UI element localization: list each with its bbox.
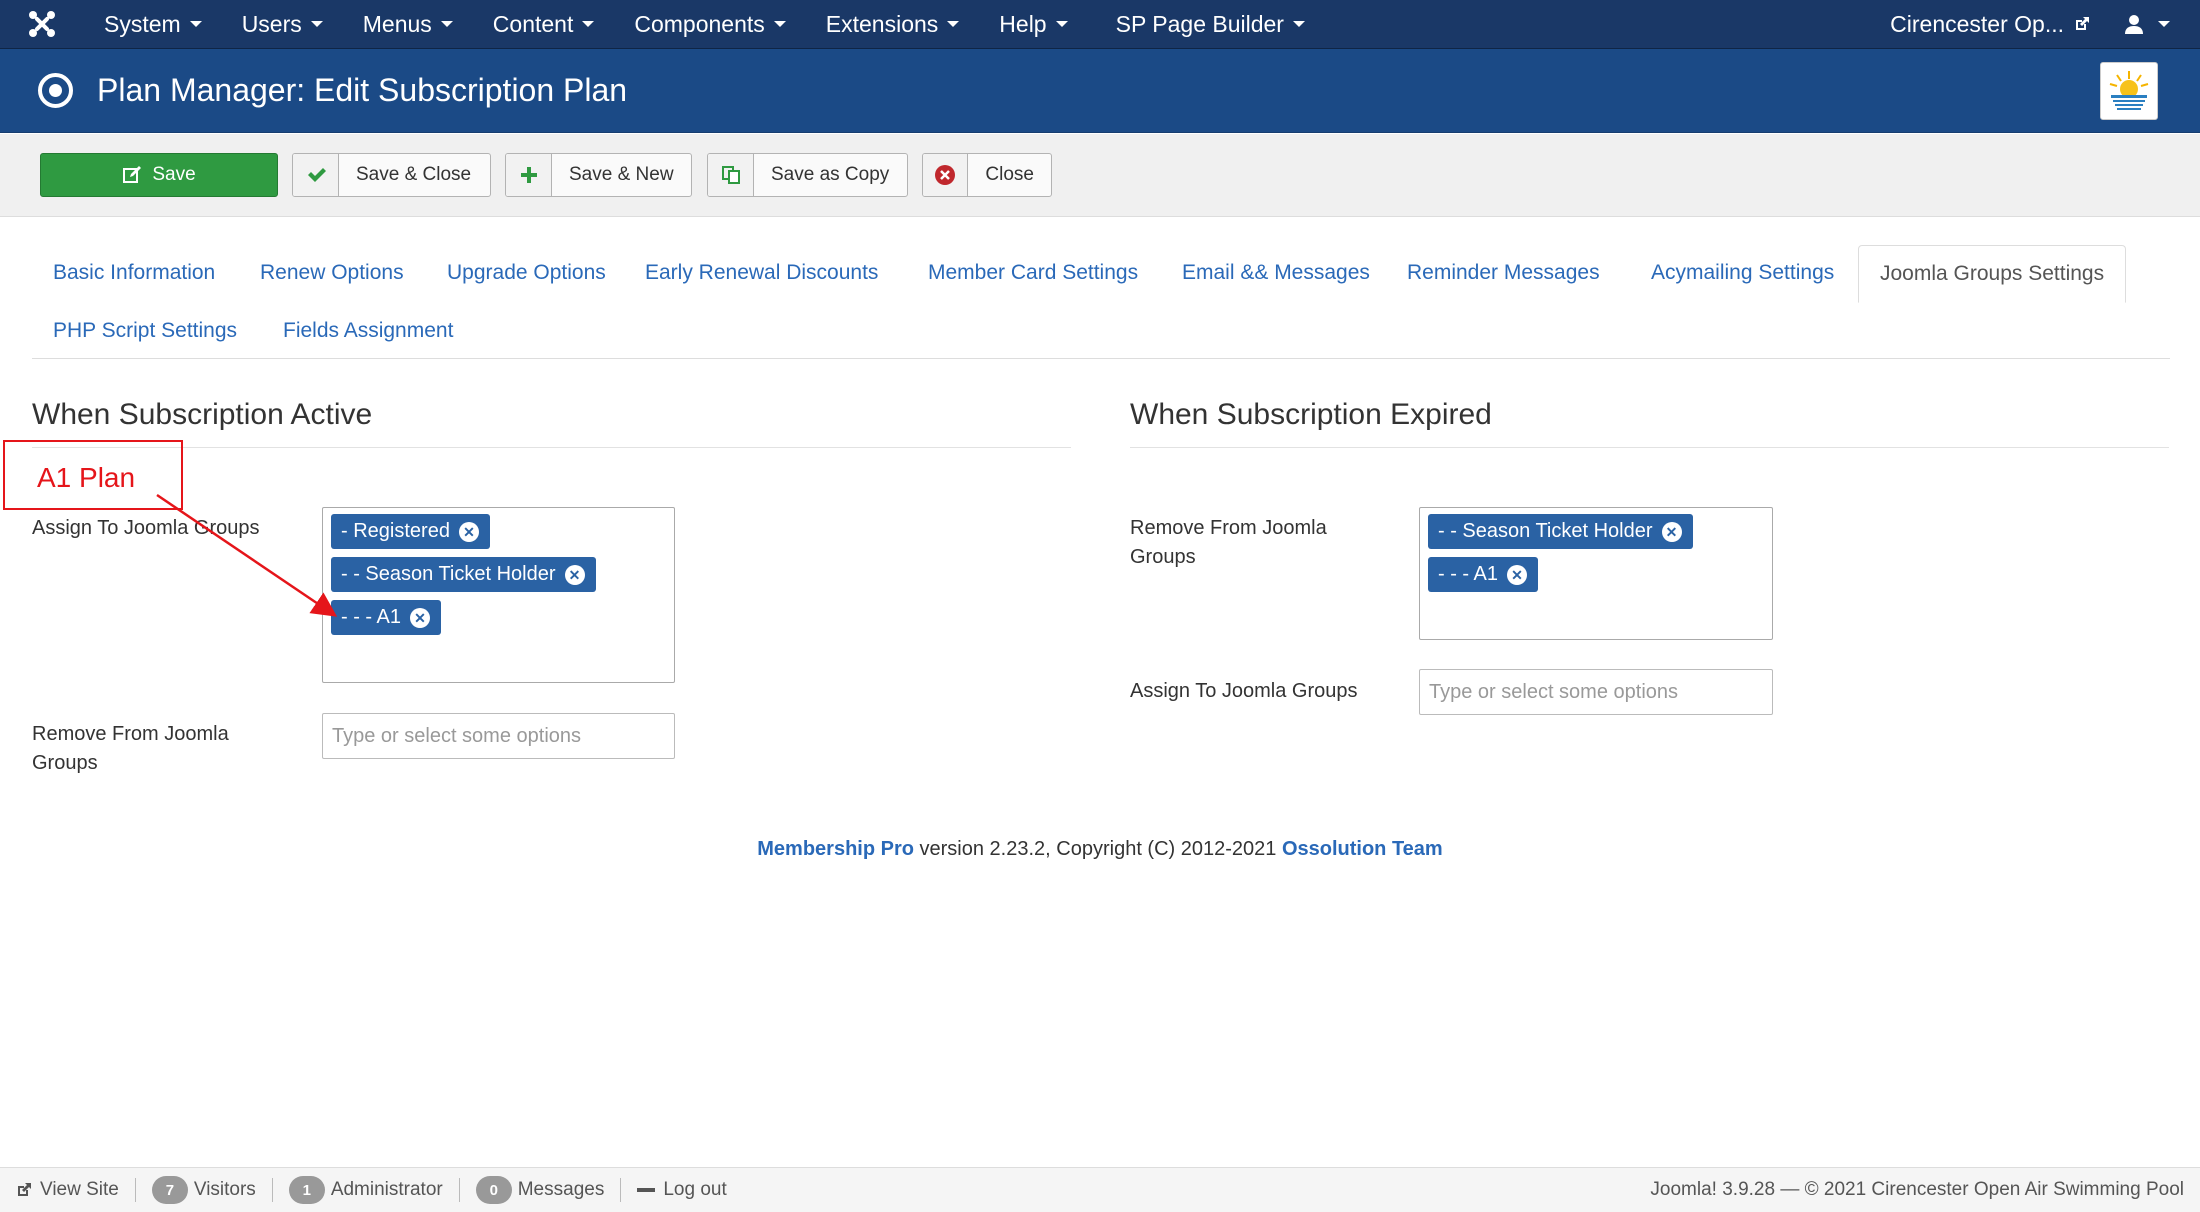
toolbar: Save Save & Close Save & New Save as Cop…	[0, 134, 2200, 217]
caret-down-icon	[2158, 21, 2170, 27]
visitors-link[interactable]: 7 Visitors	[136, 1176, 272, 1204]
administrator-link[interactable]: 1 Administrator	[273, 1176, 459, 1204]
version-info: Joomla! 3.9.28 — © 2021 Cirencester Open…	[1650, 1179, 2184, 1200]
count-badge: 1	[288, 1176, 325, 1204]
remove-chip-icon[interactable]: ✕	[1661, 521, 1682, 542]
close-button[interactable]: Close	[922, 153, 1052, 197]
copyright-line: Membership Pro version 2.23.2, Copyright…	[757, 838, 1443, 860]
expired-remove-groups-select[interactable]: - - Season Ticket Holder ✕ - - - A1 ✕	[1419, 507, 1773, 640]
close-circle-icon	[923, 154, 969, 196]
tab-joomla-groups-settings[interactable]: Joomla Groups Settings	[1858, 245, 2127, 303]
remove-groups-select[interactable]: Type or select some options	[322, 713, 675, 759]
tab-bar: Basic Information Renew Options Upgrade …	[32, 245, 2170, 359]
section-title-expired: When Subscription Expired	[1130, 398, 1492, 431]
page-title: Plan Manager: Edit Subscription Plan	[97, 72, 628, 108]
expired-remove-groups-label: Remove From Joomla Groups	[1130, 517, 1327, 568]
divider	[32, 447, 1071, 448]
messages-link[interactable]: 0 Messages	[460, 1176, 621, 1204]
tab-email-messages[interactable]: Email && Messages	[1161, 245, 1391, 301]
caret-down-icon	[189, 21, 202, 27]
assign-groups-label: Assign To Joomla Groups	[32, 517, 260, 539]
caret-down-icon	[440, 21, 453, 27]
site-logo	[2100, 62, 2158, 120]
check-icon	[293, 154, 339, 196]
user-menu[interactable]	[2114, 14, 2200, 34]
copy-icon	[708, 154, 754, 196]
status-bar: View Site 7 Visitors 1 Administrator 0 M…	[0, 1167, 2200, 1212]
tab-member-card-settings[interactable]: Member Card Settings	[907, 245, 1159, 301]
caret-down-icon	[773, 21, 786, 27]
menu-sp-page-builder[interactable]: SP Page Builder	[1096, 0, 1325, 49]
minus-icon	[637, 1188, 656, 1192]
menu-extensions[interactable]: Extensions	[806, 0, 980, 49]
save-as-copy-button[interactable]: Save as Copy	[707, 153, 908, 197]
count-badge: 0	[475, 1176, 512, 1204]
divider	[1130, 447, 2169, 448]
target-icon	[38, 73, 73, 108]
tab-basic-information[interactable]: Basic Information	[32, 245, 236, 301]
menu-components[interactable]: Components	[614, 0, 805, 49]
remove-chip-icon[interactable]: ✕	[1507, 564, 1528, 585]
logout-link[interactable]: Log out	[621, 1176, 742, 1204]
tab-upgrade-options[interactable]: Upgrade Options	[426, 245, 627, 301]
menu-menus[interactable]: Menus	[343, 0, 473, 49]
caret-down-icon	[310, 21, 323, 27]
section-title-active: When Subscription Active	[32, 398, 373, 431]
team-link[interactable]: Ossolution Team	[1282, 838, 1443, 860]
count-badge: 7	[151, 1176, 188, 1204]
joomla-icon[interactable]	[0, 0, 84, 49]
save-close-button[interactable]: Save & Close	[292, 153, 491, 197]
tab-php-script-settings[interactable]: PHP Script Settings	[32, 303, 258, 359]
edit-icon	[122, 154, 142, 196]
tab-fields-assignment[interactable]: Fields Assignment	[262, 303, 474, 359]
caret-down-icon	[582, 21, 595, 27]
caret-down-icon	[1055, 21, 1068, 27]
product-link[interactable]: Membership Pro	[757, 838, 914, 860]
menu-help[interactable]: Help	[979, 0, 1087, 49]
plus-icon	[506, 154, 552, 196]
save-new-button[interactable]: Save & New	[505, 153, 692, 197]
external-link-icon	[2076, 17, 2089, 30]
menu-system[interactable]: System	[84, 0, 222, 49]
view-site-link[interactable]: View Site	[0, 1176, 135, 1204]
annotation-label: A1 Plan	[37, 462, 136, 493]
group-chip: - - Season Ticket Holder ✕	[331, 557, 596, 592]
menu-users[interactable]: Users	[222, 0, 343, 49]
group-chip: - - - A1 ✕	[331, 600, 442, 635]
menu-content[interactable]: Content	[473, 0, 615, 49]
tab-renew-options[interactable]: Renew Options	[239, 245, 425, 301]
caret-down-icon	[947, 21, 960, 27]
remove-chip-icon[interactable]: ✕	[410, 607, 431, 628]
tab-reminder-messages[interactable]: Reminder Messages	[1386, 245, 1621, 301]
user-icon	[2125, 15, 2143, 34]
external-link-icon	[18, 1183, 31, 1196]
expired-assign-groups-label: Assign To Joomla Groups	[1130, 680, 1358, 702]
remove-groups-label: Remove From Joomla Groups	[32, 723, 229, 774]
site-link[interactable]: Cirencester Op...	[1866, 11, 2114, 38]
page-header: Plan Manager: Edit Subscription Plan	[0, 49, 2200, 133]
remove-chip-icon[interactable]: ✕	[458, 521, 479, 542]
tab-early-renewal-discounts[interactable]: Early Renewal Discounts	[624, 245, 899, 301]
expired-assign-groups-select[interactable]: Type or select some options	[1419, 669, 1773, 715]
assign-groups-select[interactable]: - Registered ✕ - - Season Ticket Holder ✕ …	[322, 507, 675, 683]
group-chip: - - Season Ticket Holder ✕	[1428, 514, 1693, 549]
tab-acymailing-settings[interactable]: Acymailing Settings	[1630, 245, 1855, 301]
group-chip: - Registered ✕	[331, 514, 490, 549]
top-navbar: System Users Menus Content Components Ex…	[0, 0, 2200, 49]
remove-chip-icon[interactable]: ✕	[564, 564, 585, 585]
group-chip: - - - A1 ✕	[1428, 557, 1539, 592]
save-button[interactable]: Save	[40, 153, 278, 197]
caret-down-icon	[1292, 21, 1305, 27]
